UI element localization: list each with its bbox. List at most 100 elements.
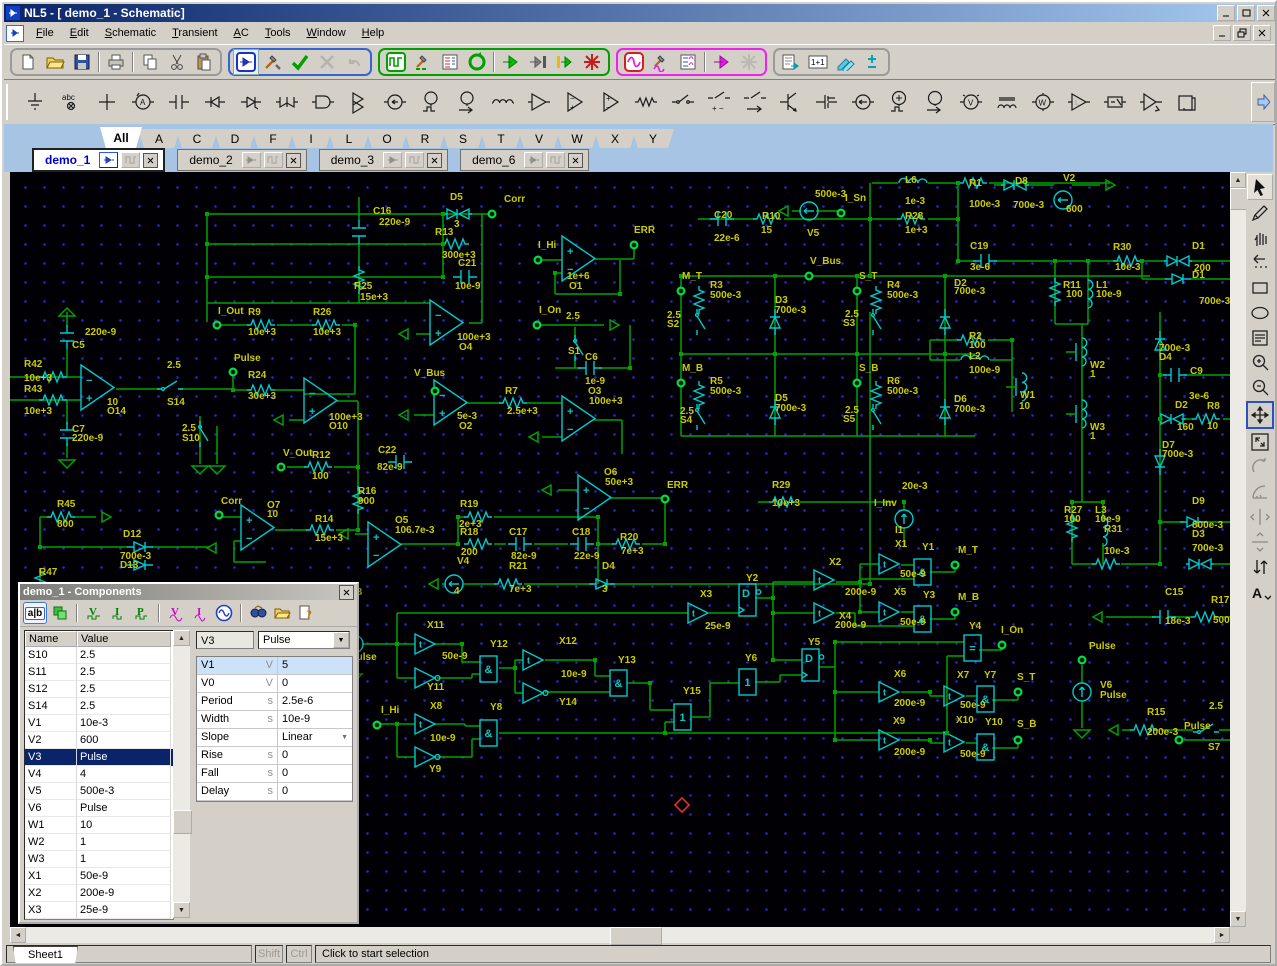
component-row-W1[interactable]: W110: [25, 817, 173, 834]
dialog-cascade-button[interactable]: [49, 603, 71, 623]
property-row-slope[interactable]: SlopeLinear▼: [197, 729, 352, 747]
zener-component-icon[interactable]: [233, 83, 269, 121]
diode-component-icon[interactable]: [197, 83, 233, 121]
schematic-view-icon[interactable]: [383, 152, 402, 168]
menu-window[interactable]: Window: [299, 25, 354, 41]
filter-tab-l[interactable]: L: [328, 129, 370, 148]
canvas-vertical-scrollbar[interactable]: ▲ ▼: [1230, 172, 1246, 927]
dialog-v-tr-button[interactable]: V: [83, 603, 105, 623]
dialog-ab-button[interactable]: a|b: [23, 602, 47, 624]
zoom-out-tool-button[interactable]: [1248, 376, 1272, 400]
filter-tab-x[interactable]: X: [594, 129, 636, 148]
filter-tab-all[interactable]: All: [100, 127, 142, 148]
close-button[interactable]: [1257, 5, 1275, 21]
paste-button[interactable]: [191, 49, 217, 75]
open-folder-button[interactable]: [42, 49, 68, 75]
current-source-component-icon[interactable]: [377, 83, 413, 121]
property-row-width[interactable]: Widths10e-9: [197, 711, 352, 729]
component-row-V6[interactable]: V6Pulse: [25, 800, 173, 817]
ac-run-button[interactable]: [709, 49, 735, 75]
pointer-tool-button[interactable]: [1247, 174, 1273, 200]
ellipse-tool-button[interactable]: [1248, 301, 1272, 325]
mosfet-component-icon[interactable]: [809, 83, 845, 121]
reorder-tool-button[interactable]: [1248, 555, 1272, 579]
maximize-button[interactable]: [1237, 5, 1255, 21]
transient-runfrom-button[interactable]: [552, 49, 578, 75]
menu-file[interactable]: File: [28, 25, 62, 41]
schematic-view-icon[interactable]: [242, 152, 261, 168]
voltage-source-pulse-component-icon[interactable]: [881, 83, 917, 121]
schematic-window-button[interactable]: [233, 49, 259, 75]
amplifier-component-icon[interactable]: [521, 83, 557, 121]
save-button[interactable]: [69, 49, 95, 75]
capacitor-component-icon[interactable]: [161, 83, 197, 121]
dialog-open-button[interactable]: [271, 603, 293, 623]
wire-tool-button[interactable]: [1248, 251, 1272, 275]
junction-component-icon[interactable]: [89, 83, 125, 121]
transient-window-button[interactable]: [383, 49, 409, 75]
transient-step-button[interactable]: [525, 49, 551, 75]
check-button[interactable]: [287, 49, 313, 75]
new-file-button[interactable]: [15, 49, 41, 75]
doc-close-icon[interactable]: [286, 153, 301, 168]
property-grid[interactable]: V1V5V0V0Periods2.5e-6Widths10e-9SlopeLin…: [196, 656, 353, 802]
amplifier-out-component-icon[interactable]: L: [1061, 83, 1097, 121]
property-row-period[interactable]: Periods2.5e-6: [197, 693, 352, 711]
picture-tool-button[interactable]: [1248, 326, 1272, 350]
child-restore-button[interactable]: [1233, 25, 1251, 41]
filter-tab-v[interactable]: V: [518, 129, 560, 148]
calc-button[interactable]: 1+1: [805, 49, 831, 75]
table-scrollbar[interactable]: ▲ ▼: [173, 630, 190, 918]
component-row-W2[interactable]: W21: [25, 834, 173, 851]
resistor-component-icon[interactable]: [629, 83, 665, 121]
subcircuit-component-icon[interactable]: [1169, 83, 1205, 121]
transient-view-icon[interactable]: [546, 152, 565, 168]
dialog-i-ac-button[interactable]: I: [189, 603, 211, 623]
wattmeter-component-icon[interactable]: W: [1025, 83, 1061, 121]
model-dropdown[interactable]: Pulse ▼: [258, 631, 350, 649]
palette-scroll-right-button[interactable]: [1251, 82, 1275, 122]
component-row-V1[interactable]: V110e-3: [25, 715, 173, 732]
canvas-horizontal-scrollbar[interactable]: ◄ ►: [4, 927, 1273, 943]
transient-view-icon[interactable]: [264, 152, 283, 168]
component-row-S10[interactable]: S102.5: [25, 647, 173, 664]
component-row-W3[interactable]: W31: [25, 851, 173, 868]
dropdown-arrow-icon[interactable]: ▼: [333, 632, 349, 648]
dialog-help-button[interactable]: ?: [295, 603, 317, 623]
transient-run-button[interactable]: [498, 49, 524, 75]
ac-window-button[interactable]: [621, 49, 647, 75]
filter-tab-c[interactable]: C: [176, 129, 218, 148]
menu-ac[interactable]: AC: [226, 25, 257, 41]
voltage-source-component-icon[interactable]: [845, 83, 881, 121]
component-row-X3[interactable]: X325e-9: [25, 902, 173, 919]
schematic-build-button[interactable]: [260, 49, 286, 75]
scroll-mode-tool-button[interactable]: [1246, 401, 1274, 429]
child-minimize-button[interactable]: [1213, 25, 1231, 41]
menu-edit[interactable]: Edit: [62, 25, 97, 41]
property-row-delay[interactable]: Delays0: [197, 783, 352, 801]
voltmeter-component-icon[interactable]: V: [953, 83, 989, 121]
logic-gate-component-icon[interactable]: [305, 83, 341, 121]
font-size-tool-button[interactable]: A: [1248, 580, 1272, 604]
component-row-V3[interactable]: V3Pulse: [25, 749, 173, 766]
switch-ctrl-component-icon[interactable]: [737, 83, 773, 121]
col-header-name[interactable]: Name: [25, 631, 77, 647]
transient-view-icon[interactable]: [121, 152, 140, 168]
doc-tab-demo_2[interactable]: demo_2: [177, 149, 306, 171]
ac-data-button[interactable]: [675, 49, 701, 75]
property-row-v0[interactable]: V0V0: [197, 675, 352, 693]
relay-component-icon[interactable]: [1097, 83, 1133, 121]
ammeter-component-icon[interactable]: A: [125, 83, 161, 121]
title-bar[interactable]: NL5 - [ demo_1 - Schematic]: [4, 4, 1277, 22]
switch-component-icon[interactable]: [665, 83, 701, 121]
copy-button[interactable]: [137, 49, 163, 75]
doc-tab-demo_1[interactable]: demo_1: [32, 148, 165, 172]
opamp-inv-component-icon[interactable]: −+: [557, 83, 593, 121]
component-row-X1[interactable]: X150e-9: [25, 868, 173, 885]
components-dialog[interactable]: demo_1 - Components a|bVIPVI? Name Value…: [18, 582, 359, 924]
bjt-component-icon[interactable]: [773, 83, 809, 121]
components-table[interactable]: Name Value S102.5S112.5S122.5S142.5V110e…: [24, 630, 174, 920]
sheet-tab[interactable]: Sheet1: [13, 946, 78, 963]
dialog-sine-button[interactable]: [213, 603, 235, 623]
pan-tool-button[interactable]: [1248, 226, 1272, 250]
